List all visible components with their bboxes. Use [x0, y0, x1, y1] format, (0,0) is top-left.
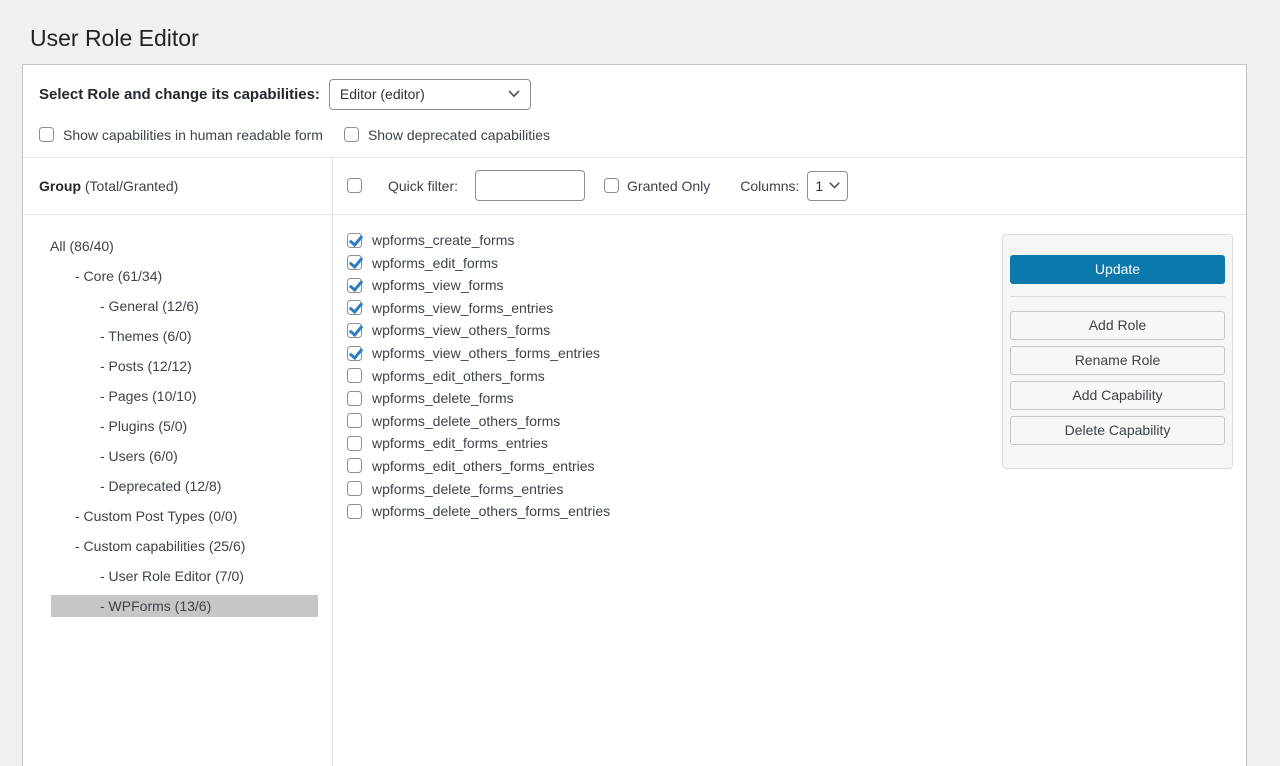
group-item[interactable]: - Users (6/0): [23, 441, 332, 471]
chevron-down-icon: [829, 182, 840, 189]
show-deprecated-label: Show deprecated capabilities: [368, 127, 550, 143]
capability-checkbox[interactable]: [347, 436, 362, 451]
update-button[interactable]: Update: [1010, 255, 1225, 284]
group-header-title: Group: [39, 178, 81, 194]
group-item[interactable]: - Custom capabilities (25/6): [23, 531, 332, 561]
rename-role-button[interactable]: Rename Role: [1010, 346, 1225, 375]
select-all-checkbox[interactable]: [347, 178, 362, 193]
group-item[interactable]: All (86/40): [23, 231, 332, 261]
quick-filter-label: Quick filter:: [388, 178, 458, 194]
capability-checkbox[interactable]: [347, 323, 362, 338]
capability-checkbox[interactable]: [347, 458, 362, 473]
capabilities-panel: wpforms_create_forms wpforms_edit_formswp…: [332, 215, 1246, 766]
capability-label: wpforms_view_forms: [372, 277, 503, 293]
capability-label: wpforms_delete_others_forms_entries: [372, 503, 610, 519]
granted-only-checkbox[interactable]: [604, 178, 619, 193]
capability-checkbox[interactable]: [347, 278, 362, 293]
user-role-editor-panel: Select Role and change its capabilities:…: [22, 64, 1247, 766]
capability-checkbox[interactable]: [347, 255, 362, 270]
filter-bar: Quick filter: Granted Only Columns: 1: [332, 158, 1246, 214]
role-selection-section: Select Role and change its capabilities:…: [23, 65, 1246, 158]
capability-checkbox[interactable]: [347, 481, 362, 496]
capability-row: wpforms_delete_forms_entries: [347, 477, 1246, 500]
human-readable-checkbox[interactable]: [39, 127, 54, 142]
select-role-label: Select Role and change its capabilities:: [39, 86, 320, 103]
capability-checkbox[interactable]: [347, 300, 362, 315]
secondary-actions: Add Role Rename Role Add Capability Delete …: [1010, 311, 1225, 445]
columns-select[interactable]: 1: [807, 171, 848, 201]
delete-capability-button[interactable]: Delete Capability: [1010, 416, 1225, 445]
capability-checkbox[interactable]: [347, 391, 362, 406]
capability-label: wpforms_view_others_forms_entries: [372, 345, 600, 361]
group-item[interactable]: - Custom Post Types (0/0): [23, 501, 332, 531]
group-tree: All (86/40)- Core (61/34)- General (12/6…: [23, 215, 332, 766]
capability-checkbox[interactable]: [347, 233, 362, 248]
group-item[interactable]: - WPForms (13/6): [51, 595, 318, 617]
human-readable-label: Show capabilities in human readable form: [63, 127, 323, 143]
capability-label: wpforms_delete_others_forms: [372, 413, 560, 429]
group-item[interactable]: - Pages (10/10): [23, 381, 332, 411]
add-role-button[interactable]: Add Role: [1010, 311, 1225, 340]
group-item[interactable]: - Deprecated (12/8): [23, 471, 332, 501]
capability-checkbox[interactable]: [347, 368, 362, 383]
capability-label: wpforms_edit_forms: [372, 255, 498, 271]
group-column-header: Group (Total/Granted): [23, 158, 332, 214]
group-item[interactable]: - Posts (12/12): [23, 351, 332, 381]
group-header-suffix: (Total/Granted): [81, 178, 178, 194]
role-select[interactable]: Editor (editor): [329, 79, 531, 110]
capability-label: wpforms_delete_forms: [372, 390, 514, 406]
capability-label: wpforms_view_others_forms: [372, 322, 550, 338]
capability-label: wpforms_edit_others_forms: [372, 368, 545, 384]
columns-select-value: 1: [815, 178, 823, 194]
group-item[interactable]: - Themes (6/0): [23, 321, 332, 351]
chevron-down-icon: [508, 90, 520, 98]
granted-only-label: Granted Only: [627, 178, 710, 194]
capability-label: wpforms_view_forms_entries: [372, 300, 553, 316]
capability-label: wpforms_delete_forms_entries: [372, 481, 563, 497]
page-title: User Role Editor: [30, 24, 1280, 53]
content-row: All (86/40)- Core (61/34)- General (12/6…: [23, 215, 1246, 766]
action-panel: Update Add Role Rename Role Add Capability…: [1002, 234, 1233, 469]
role-select-value: Editor (editor): [340, 86, 425, 102]
quick-filter-input[interactable]: [475, 170, 585, 201]
show-deprecated-checkbox[interactable]: [344, 127, 359, 142]
capability-label: wpforms_edit_forms_entries: [372, 435, 548, 451]
columns-label: Columns:: [740, 178, 799, 194]
capability-checkbox[interactable]: [347, 504, 362, 519]
group-item[interactable]: - Plugins (5/0): [23, 411, 332, 441]
list-header-row: Group (Total/Granted) Quick filter: Gran…: [23, 158, 1246, 215]
group-item[interactable]: - General (12/6): [23, 291, 332, 321]
capability-label: wpforms_create_forms: [372, 232, 514, 248]
capability-row: wpforms_delete_others_forms_entries: [347, 500, 1246, 523]
group-item[interactable]: - User Role Editor (7/0): [23, 561, 332, 591]
panel-divider: [1010, 296, 1225, 297]
add-capability-button[interactable]: Add Capability: [1010, 381, 1225, 410]
capability-checkbox[interactable]: [347, 346, 362, 361]
capability-label: wpforms_edit_others_forms_entries: [372, 458, 595, 474]
group-item[interactable]: - Core (61/34): [23, 261, 332, 291]
capability-checkbox[interactable]: [347, 413, 362, 428]
